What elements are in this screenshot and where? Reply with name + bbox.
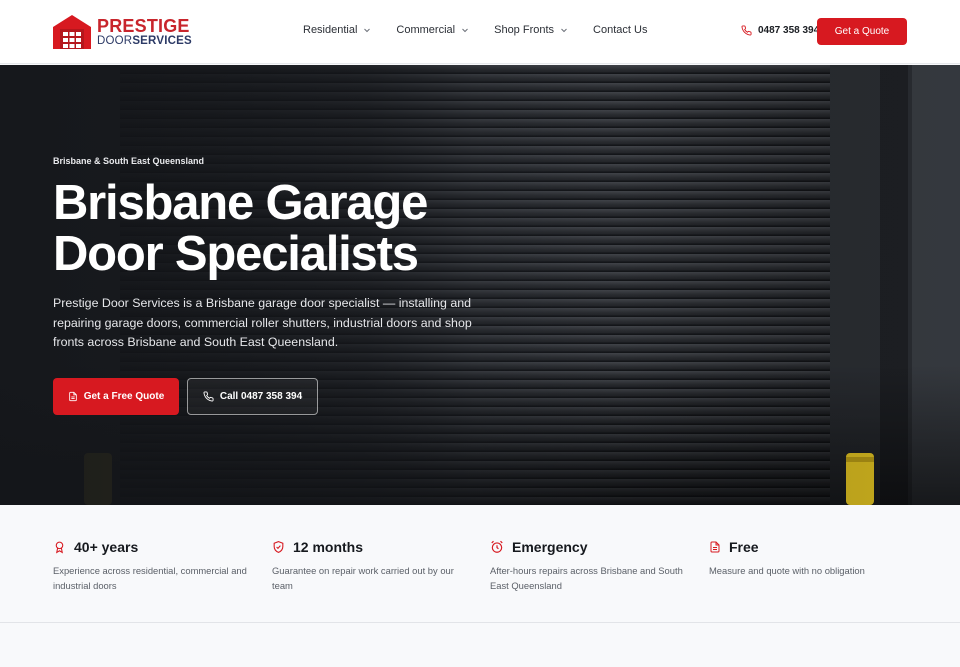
hero-eyebrow: Brisbane & South East Queensland: [53, 156, 205, 166]
nav-shop-fronts[interactable]: Shop Fronts: [494, 24, 568, 36]
shield-check-icon: [273, 541, 284, 554]
stat-item-experience: 40+ years Experience across residential,…: [53, 539, 253, 593]
stat-description: Guarantee on repair work carried out by …: [272, 565, 454, 591]
hero-title-line-1: Brisbane Garage: [53, 176, 428, 230]
stat-description: Experience across residential, commercia…: [53, 565, 247, 591]
nav-residential[interactable]: Residential: [303, 24, 371, 36]
document-icon: [710, 541, 720, 553]
stat-item-free-quote: Free Measure and quote with no obligatio…: [709, 539, 909, 578]
award-icon: [55, 541, 64, 554]
logo[interactable]: PRESTIGE DOORSERVICES: [53, 15, 192, 49]
hero-title-line-2: Door Specialists: [53, 227, 419, 281]
chevron-down-icon: [561, 28, 567, 33]
brand-subname: DOORSERVICES: [97, 34, 192, 47]
chevron-down-icon: [462, 28, 468, 33]
get-free-quote-button[interactable]: Get a Free Quote: [53, 378, 179, 415]
call-phone-label: Call 0487 358 394: [219, 391, 303, 402]
hero-description: Prestige Door Services is a Brisbane gar…: [53, 296, 472, 349]
main-nav: Residential Commercial Shop Fronts Conta…: [303, 24, 672, 36]
nav-commercial-label: Commercial: [396, 24, 456, 36]
get-free-quote-label: Get a Free Quote: [83, 391, 165, 402]
stat-description: After-hours repairs across Brisbane and …: [490, 565, 683, 591]
brand-name: PRESTIGE: [97, 15, 190, 36]
document-icon: [68, 391, 77, 402]
stat-title: 40+ years: [74, 539, 139, 555]
nav-commercial[interactable]: Commercial: [396, 24, 469, 36]
header-phone-link[interactable]: 0487 358 394: [741, 25, 819, 36]
header-get-quote-button[interactable]: Get a Quote: [817, 18, 907, 45]
stat-title: 12 months: [293, 539, 364, 555]
nav-contact-label: Contact Us: [593, 24, 648, 36]
chevron-down-icon: [364, 28, 371, 33]
nav-contact[interactable]: Contact Us: [593, 24, 647, 36]
garage-logo-icon: [53, 15, 91, 49]
stat-item-guarantee: 12 months Guarantee on repair work carri…: [272, 539, 472, 593]
stat-title: Free: [729, 539, 759, 555]
nav-shop-fronts-label: Shop Fronts: [494, 24, 555, 36]
phone-icon: [203, 391, 214, 402]
phone-icon: [741, 25, 752, 36]
site-header: PRESTIGE DOORSERVICES Residential Commer…: [0, 0, 960, 64]
stat-description: Measure and quote with no obligation: [709, 565, 865, 576]
call-phone-button[interactable]: Call 0487 358 394: [187, 378, 318, 415]
stat-title: Emergency: [512, 539, 588, 555]
hero-overlay: [0, 65, 960, 505]
hero-title: Brisbane Garage Door Specialists: [53, 178, 513, 280]
hero-section: Brisbane & South East Queensland Brisban…: [0, 65, 960, 505]
stat-item-emergency: Emergency After-hours repairs across Bri…: [490, 539, 690, 593]
stats-strip: 40+ years Experience across residential,…: [0, 505, 960, 623]
nav-residential-label: Residential: [303, 24, 358, 36]
header-phone-number: 0487 358 394: [758, 25, 820, 36]
alarm-clock-icon: [491, 540, 503, 553]
